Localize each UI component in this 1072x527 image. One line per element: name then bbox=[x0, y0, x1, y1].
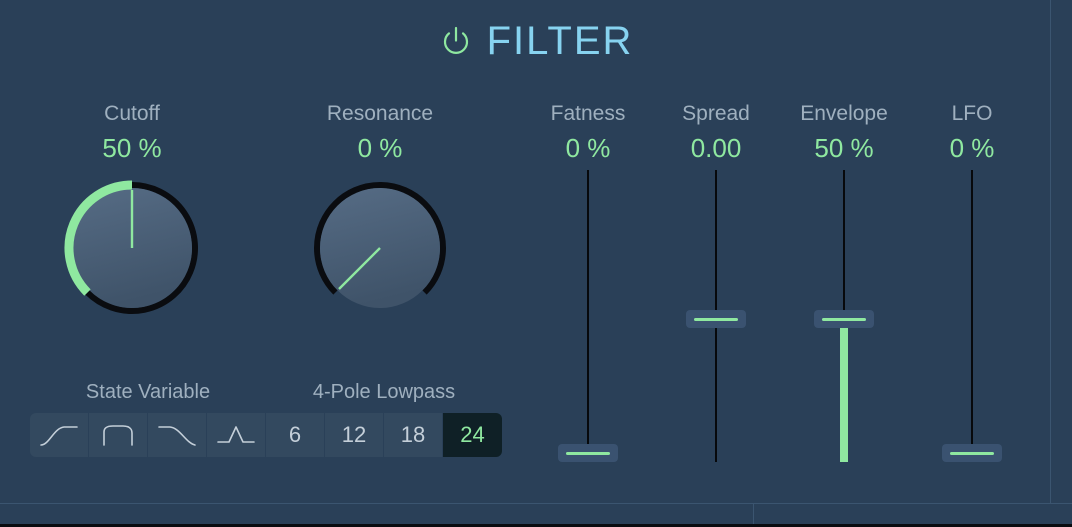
resonance-label: Resonance bbox=[326, 102, 434, 125]
lfo-slider-track bbox=[971, 170, 973, 462]
spread-slider[interactable] bbox=[686, 170, 746, 462]
cutoff-knob[interactable] bbox=[64, 180, 200, 316]
filter-slope-button-6[interactable]: 6 bbox=[266, 413, 325, 457]
envelope-slider-fill bbox=[840, 316, 848, 462]
filter-panel: FILTER Cutoff 50 % Resonance 0 % Fatness… bbox=[0, 0, 1072, 527]
lfo-slider[interactable] bbox=[942, 170, 1002, 462]
filter-slope-group-label: 4-Pole Lowpass bbox=[312, 381, 456, 403]
filter-button-row: 6 12 18 24 bbox=[30, 413, 502, 457]
lfo-value: 0 % bbox=[949, 133, 995, 163]
filter-mode-group-label: State Variable bbox=[85, 381, 211, 403]
panel-header: FILTER bbox=[0, 14, 1072, 68]
right-vertical-divider bbox=[1050, 0, 1051, 504]
filter-mode-button-lowpass[interactable] bbox=[148, 413, 207, 457]
peak-curve-icon bbox=[215, 422, 257, 448]
spread-slider-handle[interactable] bbox=[686, 310, 746, 328]
filter-mode-button-peak[interactable] bbox=[207, 413, 266, 457]
fatness-slider-handle[interactable] bbox=[558, 444, 618, 462]
spread-handle-line bbox=[694, 317, 738, 321]
lowpass-curve-icon bbox=[156, 422, 198, 448]
highpass-curve-icon bbox=[38, 422, 80, 448]
fatness-handle-line bbox=[566, 451, 610, 455]
bandpass-curve-icon bbox=[97, 422, 139, 448]
fatness-slider[interactable] bbox=[558, 170, 618, 462]
lfo-handle-line bbox=[950, 451, 994, 455]
resonance-knob[interactable] bbox=[312, 180, 448, 316]
page-title: FILTER bbox=[486, 19, 634, 63]
filter-slope-button-24[interactable]: 24 bbox=[443, 413, 502, 457]
filter-slope-button-12[interactable]: 12 bbox=[325, 413, 384, 457]
bottom-horizontal-divider bbox=[0, 503, 1072, 504]
cutoff-value: 50 % bbox=[102, 133, 162, 163]
bottom-vertical-divider bbox=[753, 504, 754, 525]
envelope-slider[interactable] bbox=[814, 170, 874, 462]
lfo-label: LFO bbox=[951, 102, 993, 125]
envelope-handle-line bbox=[822, 317, 866, 321]
filter-mode-button-highpass[interactable] bbox=[30, 413, 89, 457]
power-icon[interactable] bbox=[439, 25, 473, 59]
lfo-slider-handle[interactable] bbox=[942, 444, 1002, 462]
envelope-slider-handle[interactable] bbox=[814, 310, 874, 328]
cutoff-label: Cutoff bbox=[104, 102, 160, 125]
fatness-slider-track bbox=[587, 170, 589, 462]
filter-mode-button-bandpass[interactable] bbox=[89, 413, 148, 457]
resonance-value: 0 % bbox=[357, 133, 403, 163]
filter-slope-button-18[interactable]: 18 bbox=[384, 413, 443, 457]
